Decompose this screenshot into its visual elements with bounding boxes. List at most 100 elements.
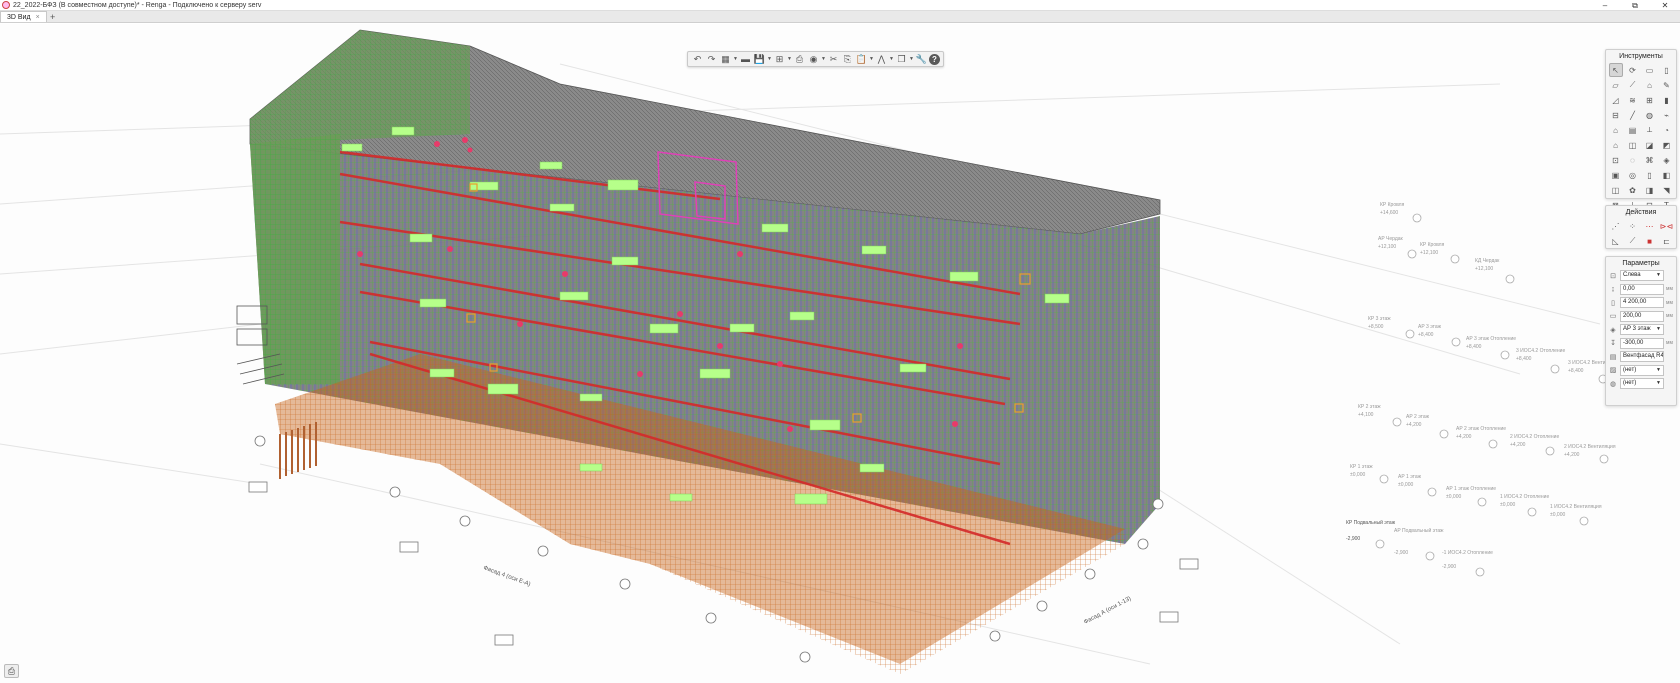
save-dropdown-icon[interactable]: ▼	[767, 56, 772, 62]
save-button[interactable]: 💾	[753, 53, 766, 66]
gear-icon[interactable]: ✿	[1626, 183, 1640, 197]
door-icon[interactable]: ▮	[1660, 93, 1674, 107]
window-icon[interactable]: ⊞	[1643, 93, 1657, 107]
ramp-icon[interactable]: ◿	[1609, 93, 1623, 107]
svg-text:+8,400: +8,400	[1418, 332, 1434, 338]
close-button[interactable]: ✕	[1650, 0, 1680, 11]
parameter-select[interactable]: АР 3 этаж ▼	[1620, 324, 1664, 336]
fitting-icon[interactable]: ◔	[1660, 123, 1674, 137]
layers-button[interactable]: ▬	[739, 53, 752, 66]
view-button[interactable]: ▦	[719, 53, 732, 66]
rebar-icon[interactable]: ⌘	[1643, 153, 1657, 167]
terrain-button[interactable]: ⋀	[875, 53, 888, 66]
parameter-value: 4 200,00	[1623, 299, 1647, 306]
equipment-icon[interactable]: ◩	[1660, 138, 1674, 152]
tag-icon[interactable]: ◧	[1660, 168, 1674, 182]
axis-icon[interactable]: ◍	[1643, 108, 1657, 122]
parameter-input[interactable]: 0,00	[1620, 283, 1664, 295]
select-icon[interactable]: ↖	[1608, 63, 1623, 77]
chevron-down-icon: ▼	[1656, 326, 1661, 333]
stop-icon[interactable]: ■	[1643, 234, 1657, 248]
minimize-button[interactable]: –	[1590, 0, 1620, 11]
level-icon[interactable]: ⊡	[1609, 153, 1623, 167]
pencil-icon[interactable]: ✎	[1660, 78, 1674, 92]
restore-button[interactable]: ⧉	[1620, 0, 1650, 11]
svg-text:±0,000: ±0,000	[1500, 502, 1515, 508]
parameters-panel-title: Параметры	[1622, 260, 1660, 267]
table-icon[interactable]: ▤	[1626, 123, 1640, 137]
camera-dropdown-icon[interactable]: ▼	[821, 56, 826, 62]
svg-text:+4,200: +4,200	[1406, 422, 1422, 428]
svg-text:±0,000: ±0,000	[1398, 482, 1413, 488]
line-icon[interactable]: ╱	[1626, 108, 1640, 122]
settings-wrench-icon[interactable]: 🔧	[915, 53, 928, 66]
cut-button[interactable]: ✂	[827, 53, 840, 66]
add-tab-button[interactable]: +	[47, 11, 59, 22]
parameter-select[interactable]: (нет) ▼	[1620, 364, 1664, 376]
cube-dropdown-icon[interactable]: ▼	[909, 56, 914, 62]
array-icon[interactable]: ⁘	[1626, 219, 1640, 233]
insert-icon[interactable]: ◨	[1643, 183, 1657, 197]
section-icon[interactable]: ◎	[1626, 168, 1640, 182]
tab-close-icon[interactable]: ×	[36, 14, 40, 21]
dimension-icon[interactable]: ⟂	[1643, 123, 1657, 137]
svg-text:-2,900: -2,900	[1346, 536, 1360, 542]
facade-left[interactable]	[250, 134, 340, 384]
parameter-row: ↧ -300,00 мм	[1606, 337, 1676, 351]
help-button[interactable]: ?	[929, 53, 940, 65]
device-icon[interactable]: ◫	[1626, 138, 1640, 152]
room-icon[interactable]: ⌂	[1609, 123, 1623, 137]
copy-properties-icon[interactable]: ⊏	[1660, 234, 1674, 248]
column-icon[interactable]: ▯	[1660, 63, 1674, 77]
cube-button[interactable]: ❒	[895, 53, 908, 66]
svg-text:3 ИОС4.2 Отопление: 3 ИОС4.2 Отопление	[1516, 348, 1565, 354]
tab-3d-view[interactable]: 3D Вид ×	[0, 11, 47, 22]
view-dropdown-icon[interactable]: ▼	[733, 56, 738, 62]
hydrant-icon[interactable]: ▯	[1643, 168, 1657, 182]
stair-icon[interactable]: ≋	[1626, 93, 1640, 107]
camera-button[interactable]: ◉	[807, 53, 820, 66]
slope-icon[interactable]: ⟋	[1626, 234, 1640, 248]
print-toolbar-button[interactable]: ⎙	[793, 53, 806, 66]
paste-dropdown-icon[interactable]: ▼	[869, 56, 874, 62]
pipe-icon[interactable]: ⌁	[1660, 108, 1674, 122]
route-icon[interactable]: ◈	[1660, 153, 1674, 167]
beam-icon[interactable]: ⟋	[1626, 78, 1640, 92]
railing-icon[interactable]: ⊟	[1609, 108, 1623, 122]
distribute-icon[interactable]: ⋯	[1643, 219, 1657, 233]
house-icon[interactable]: ⌂	[1609, 138, 1623, 152]
rotate-icon[interactable]: ⟳	[1626, 63, 1640, 77]
align-button[interactable]: ⊞	[773, 53, 786, 66]
roof-gable[interactable]	[250, 30, 470, 144]
3d-viewport[interactable]: КР Кровля +14,600 АР Чердак +12,100 КР К…	[0, 24, 1680, 683]
panel-icon[interactable]: ◫	[1609, 183, 1623, 197]
angle-icon[interactable]: ◺	[1609, 234, 1623, 248]
roof-icon[interactable]: ⌂	[1643, 78, 1657, 92]
svg-text:Фасад А (оси 1-13): Фасад А (оси 1-13)	[1083, 596, 1132, 626]
wall-icon[interactable]: ▭	[1643, 63, 1657, 77]
copy-button[interactable]: ⎘	[841, 53, 854, 66]
redo-button[interactable]: ↷	[705, 53, 718, 66]
duct-icon[interactable]: ◪	[1643, 138, 1657, 152]
parameter-select[interactable]: Слева ▼	[1620, 270, 1664, 282]
undo-button[interactable]: ↶	[691, 53, 704, 66]
paste-button[interactable]: 📋	[855, 53, 868, 66]
align-dropdown-icon[interactable]: ▼	[787, 56, 792, 62]
mirror-icon[interactable]: ⋰	[1609, 219, 1623, 233]
terrain-dropdown-icon[interactable]: ▼	[889, 56, 894, 62]
svg-text:АР 1 этаж: АР 1 этаж	[1398, 474, 1422, 480]
opening-icon[interactable]: ◌	[1626, 153, 1640, 167]
print-button[interactable]: ⎙	[4, 664, 19, 678]
flip-icon[interactable]: ⊳⊲	[1660, 219, 1674, 233]
slab-icon[interactable]: ▱	[1609, 78, 1623, 92]
building-model[interactable]: КР Кровля +14,600 АР Чердак +12,100 КР К…	[0, 24, 1680, 683]
parameter-input[interactable]: -300,00	[1620, 337, 1664, 349]
parameter-select[interactable]: (нет) ▼	[1620, 378, 1664, 390]
light-icon[interactable]: ◥	[1660, 183, 1674, 197]
element-icon[interactable]: ▣	[1609, 168, 1623, 182]
actions-grid: ⋰ ⁘ ⋯ ⊳⊲ ◺ ⟋ ■ ⊏	[1606, 218, 1676, 248]
parameter-input[interactable]: 200,00	[1620, 310, 1664, 322]
svg-text:±0,000: ±0,000	[1550, 512, 1565, 518]
parameter-select[interactable]: Вентфасад R4▼	[1620, 351, 1664, 363]
parameter-input[interactable]: 4 200,00	[1620, 297, 1664, 309]
